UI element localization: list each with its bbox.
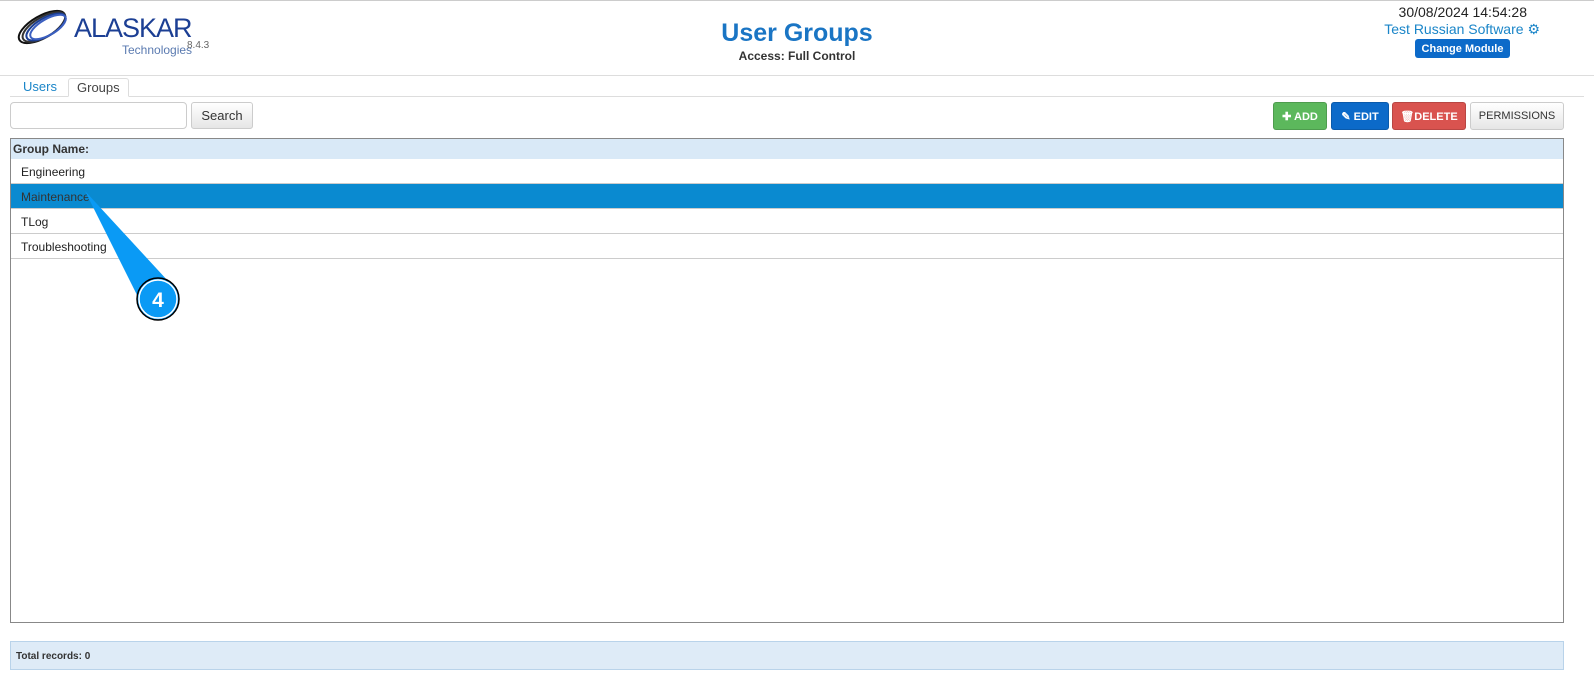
table-row[interactable]: Troubleshooting bbox=[11, 234, 1563, 259]
tab-users[interactable]: Users bbox=[15, 78, 65, 97]
company-name[interactable]: Test Russian Software bbox=[1384, 21, 1523, 37]
edit-button[interactable]: ✎ EDIT bbox=[1331, 102, 1389, 130]
total-records: Total records: 0 bbox=[10, 641, 1564, 670]
datetime: 30/08/2024 14:54:28 bbox=[1398, 4, 1527, 20]
table-row-selected[interactable]: Maintenance bbox=[11, 184, 1563, 209]
change-module-button[interactable]: Change Module bbox=[1415, 39, 1510, 58]
permissions-button[interactable]: PERMISSIONS bbox=[1470, 102, 1564, 130]
add-label: ADD bbox=[1294, 110, 1318, 123]
divider bbox=[0, 75, 1594, 76]
table-row[interactable]: Engineering bbox=[11, 159, 1563, 184]
edit-icon: ✎ bbox=[1341, 110, 1351, 123]
groups-grid: Group Name: Engineering Maintenance TLog… bbox=[10, 138, 1564, 623]
edit-label: EDIT bbox=[1353, 110, 1379, 123]
column-header-group-name[interactable]: Group Name: bbox=[11, 139, 1563, 159]
add-button[interactable]: ✚ ADD bbox=[1273, 102, 1327, 130]
company-link[interactable]: Test Russian Software ⚙ bbox=[1384, 21, 1540, 38]
search-button[interactable]: Search bbox=[191, 102, 253, 129]
trash-icon: 🗑 bbox=[1400, 110, 1415, 123]
tab-bar: Users Groups bbox=[10, 78, 1584, 97]
plus-icon: ✚ bbox=[1282, 110, 1292, 123]
tab-groups[interactable]: Groups bbox=[68, 78, 129, 97]
gear-icon[interactable]: ⚙ bbox=[1527, 21, 1540, 37]
page-title: User Groups bbox=[721, 19, 873, 47]
delete-button[interactable]: 🗑DELETE bbox=[1392, 102, 1466, 130]
search-input[interactable] bbox=[10, 102, 187, 129]
delete-label: DELETE bbox=[1414, 110, 1458, 123]
access-level: Access: Full Control bbox=[738, 49, 856, 63]
table-row[interactable]: TLog bbox=[11, 209, 1563, 234]
